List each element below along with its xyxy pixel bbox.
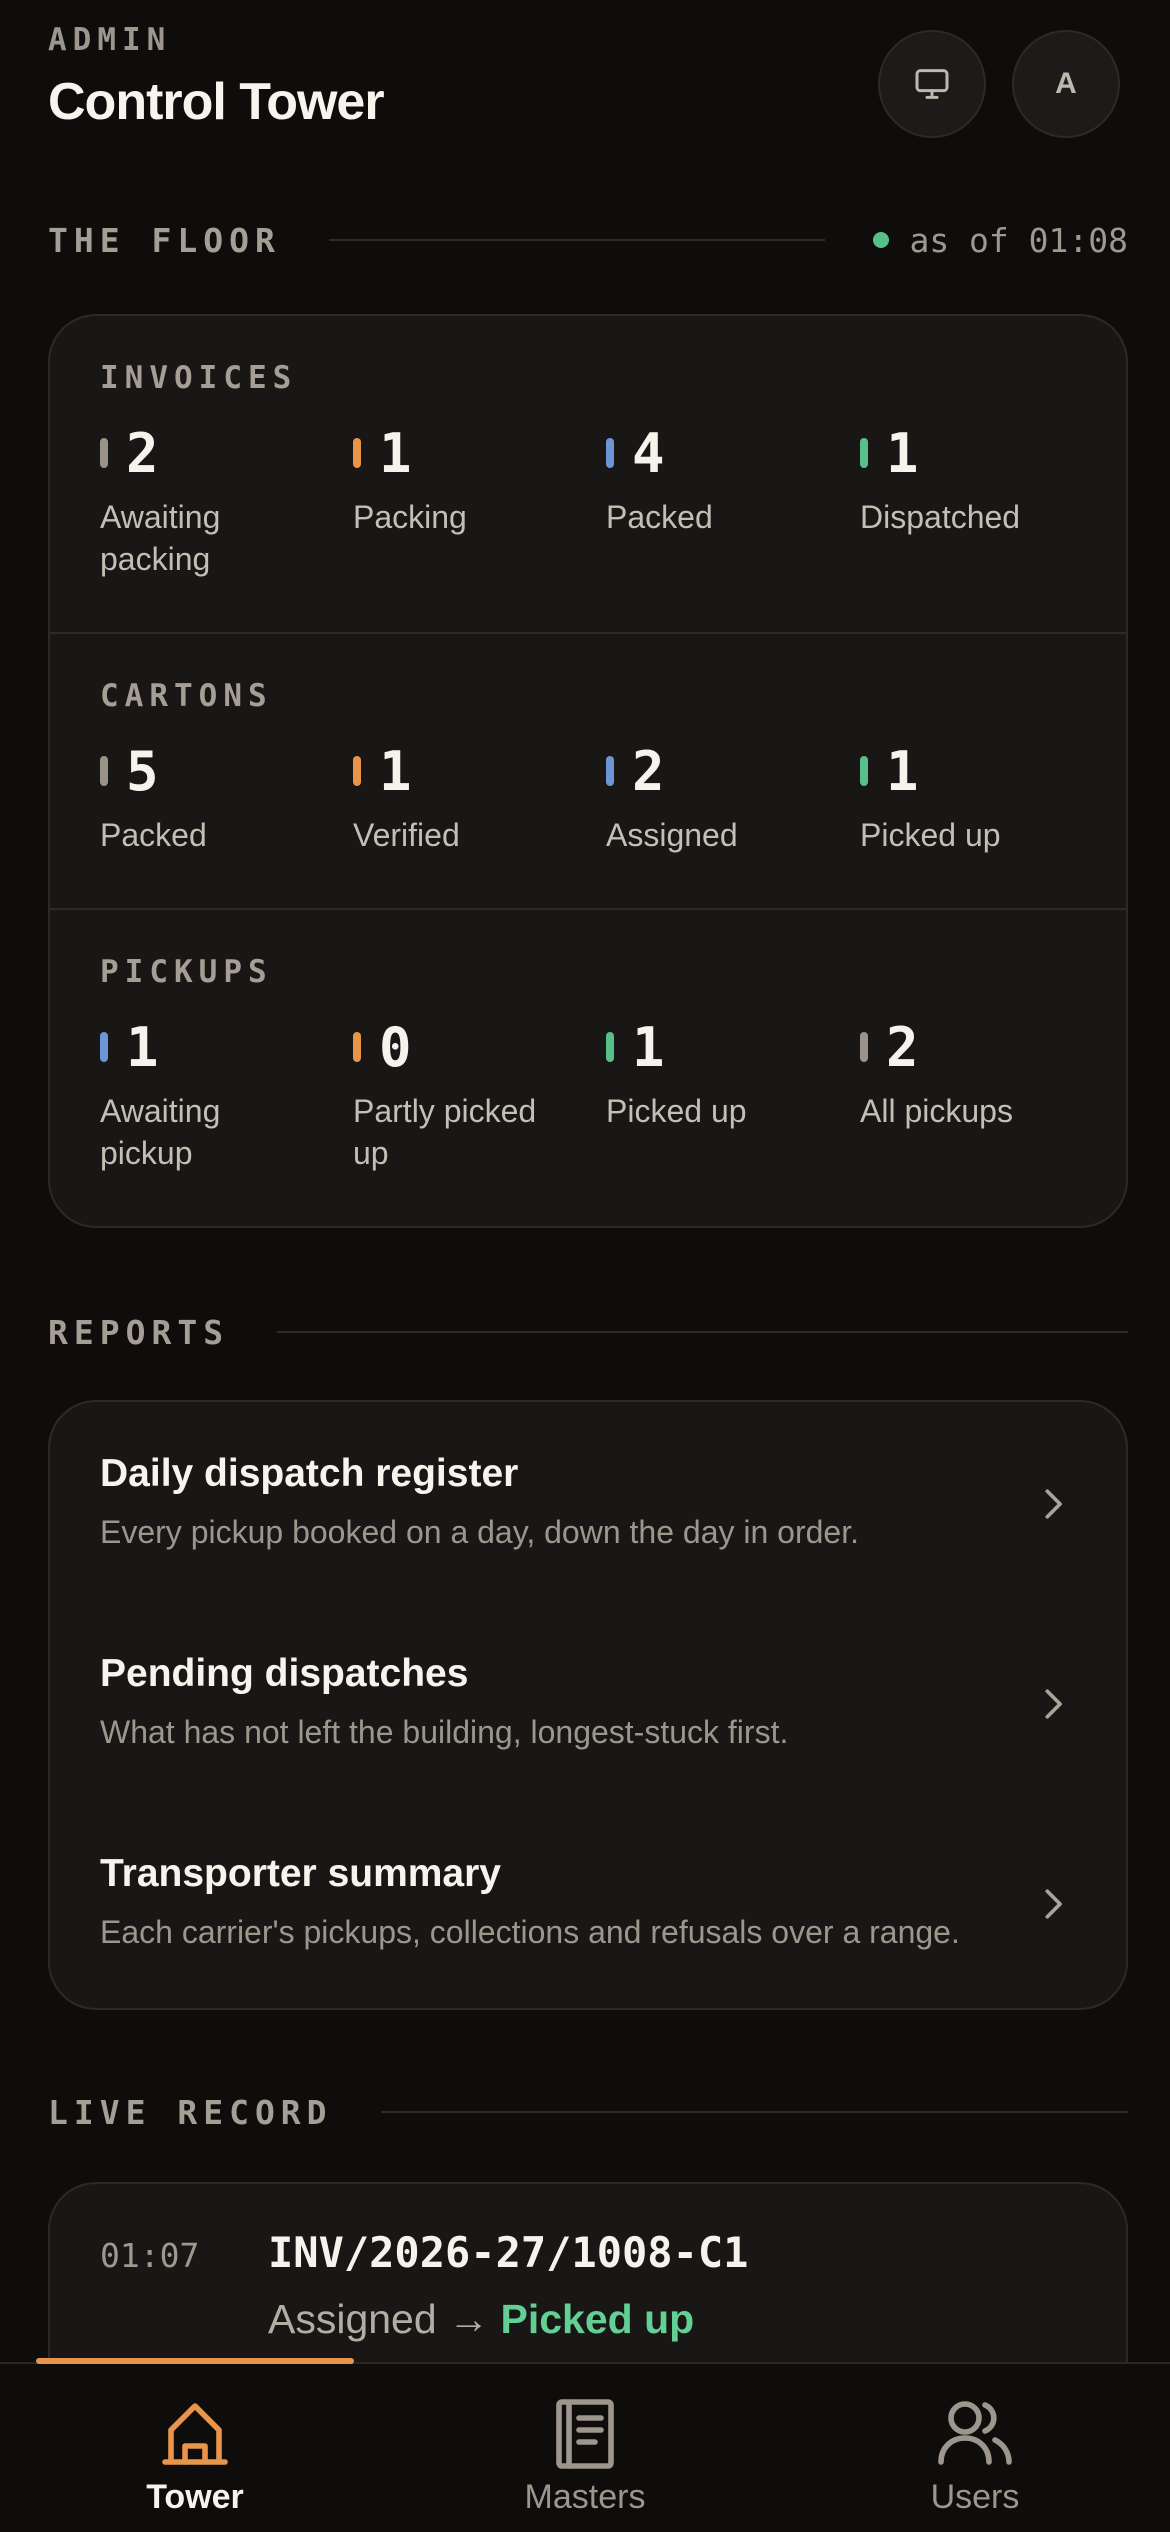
bottom-navigation: Tower Masters Users xyxy=(0,2358,1170,2532)
nav-label: Users xyxy=(930,2478,1020,2516)
metric-value: 2 xyxy=(886,1016,919,1079)
report-description: Each carrier's pickups, collections and … xyxy=(100,1914,960,1950)
report-description: What has not left the building, longest-… xyxy=(100,1714,789,1750)
metric-label: Picked up xyxy=(606,1093,747,1129)
metric-label: Partly picked up xyxy=(353,1093,537,1171)
report-daily-dispatch-register[interactable]: Daily dispatch register Every pickup boo… xyxy=(50,1402,1126,1602)
metric-label: Packing xyxy=(353,499,467,535)
reports-card: Daily dispatch register Every pickup boo… xyxy=(48,1400,1128,2010)
metric-label: Dispatched xyxy=(860,499,1021,535)
nav-tab-masters[interactable]: Masters xyxy=(390,2364,780,2532)
event-time: 01:07 xyxy=(100,2236,200,2275)
report-title: Daily dispatch register xyxy=(100,1452,519,1495)
transition-from: Assigned xyxy=(268,2296,437,2342)
status-bar xyxy=(353,438,361,468)
metric-label: Verified xyxy=(353,817,460,853)
section-divider xyxy=(328,239,826,241)
reports-section-heading: REPORTS xyxy=(48,1312,1128,1352)
status-bar xyxy=(860,1032,868,1062)
metric-label: Assigned xyxy=(606,817,738,853)
metric-value: 5 xyxy=(126,740,159,803)
status-bar xyxy=(100,438,108,468)
metric-value: 1 xyxy=(886,422,919,485)
status-bar xyxy=(353,1032,361,1062)
floor-section-heading: THE FLOOR as of 01:08 xyxy=(48,220,1128,260)
metric-value: 1 xyxy=(126,1016,159,1079)
metric-value: 1 xyxy=(379,740,412,803)
report-transporter-summary[interactable]: Transporter summary Each carrier's picku… xyxy=(50,1802,1126,2002)
reports-section-label: REPORTS xyxy=(48,1312,230,1352)
report-pending-dispatches[interactable]: Pending dispatches What has not left the… xyxy=(50,1602,1126,1802)
metric-value: 0 xyxy=(379,1016,412,1079)
avatar-button[interactable]: A xyxy=(1012,30,1120,138)
home-icon xyxy=(162,2403,228,2465)
nav-tab-tower[interactable]: Tower xyxy=(0,2364,390,2532)
status-bar xyxy=(860,756,868,786)
chevron-right-icon xyxy=(1045,1889,1062,1919)
event-reference[interactable]: INV/2026-27/1008-C1 xyxy=(268,2228,748,2277)
metric-value: 2 xyxy=(126,422,159,485)
transition-arrow: → xyxy=(448,2296,490,2342)
monitor-icon xyxy=(915,69,949,99)
group-title: PICKUPS xyxy=(100,954,273,990)
document-icon xyxy=(556,2399,614,2469)
status-bar xyxy=(353,756,361,786)
metric-label: Packed xyxy=(606,499,713,535)
status-bar xyxy=(606,438,614,468)
page-title: Control Tower xyxy=(48,73,385,131)
live-record-section-label: LIVE RECORD xyxy=(48,2092,333,2132)
section-divider xyxy=(380,2111,1128,2113)
cartons-group: CARTONS 5 Packed 1 Verified 2 Assigned 1… xyxy=(50,634,1126,910)
status-bar xyxy=(860,438,868,468)
metric-value: 1 xyxy=(632,1016,665,1079)
report-title: Pending dispatches xyxy=(100,1652,469,1695)
nav-label: Tower xyxy=(146,2478,244,2516)
live-status-dot xyxy=(873,232,890,248)
chevron-right-icon xyxy=(1045,1689,1062,1719)
report-title: Transporter summary xyxy=(100,1852,501,1895)
role-eyebrow: ADMIN xyxy=(48,22,172,58)
floor-section-label: THE FLOOR xyxy=(48,220,281,260)
metric-label: Picked up xyxy=(860,817,1001,853)
metric-value: 2 xyxy=(632,740,665,803)
metric-value: 1 xyxy=(886,740,919,803)
metric-value: 4 xyxy=(632,422,665,485)
metric-label: All pickups xyxy=(860,1093,1013,1129)
group-title: CARTONS xyxy=(100,678,273,714)
status-bar xyxy=(606,756,614,786)
status-bar xyxy=(606,1032,614,1062)
nav-tab-users[interactable]: Users xyxy=(780,2364,1170,2532)
live-record-section-heading: LIVE RECORD xyxy=(48,2092,1128,2132)
users-icon xyxy=(938,2401,1012,2465)
floor-card: INVOICES 2 Awaiting packing 1 Packing 4 … xyxy=(48,314,1128,1228)
report-description: Every pickup booked on a day, down the d… xyxy=(100,1514,859,1550)
pickups-group: PICKUPS 1 Awaiting pickup 0 Partly picke… xyxy=(50,910,1126,1226)
group-title: INVOICES xyxy=(100,360,298,396)
status-bar xyxy=(100,756,108,786)
transition-to: Picked up xyxy=(500,2296,695,2342)
metric-label: Awaiting packing xyxy=(100,499,221,577)
chevron-right-icon xyxy=(1045,1489,1062,1519)
invoices-group: INVOICES 2 Awaiting packing 1 Packing 4 … xyxy=(50,316,1126,634)
refresh-status: as of 01:08 xyxy=(873,221,1128,260)
page-header: ADMIN Control Tower A xyxy=(48,22,1122,142)
nav-label: Masters xyxy=(524,2478,646,2516)
refresh-time: as of 01:08 xyxy=(909,220,1128,260)
display-mode-button[interactable] xyxy=(878,30,986,138)
event-transition: Assigned → Picked up xyxy=(268,2296,694,2343)
section-divider xyxy=(277,1331,1128,1333)
metric-label: Packed xyxy=(100,817,207,853)
metric-label: Awaiting pickup xyxy=(100,1093,221,1171)
status-bar xyxy=(100,1032,108,1062)
metric-value: 1 xyxy=(379,422,412,485)
